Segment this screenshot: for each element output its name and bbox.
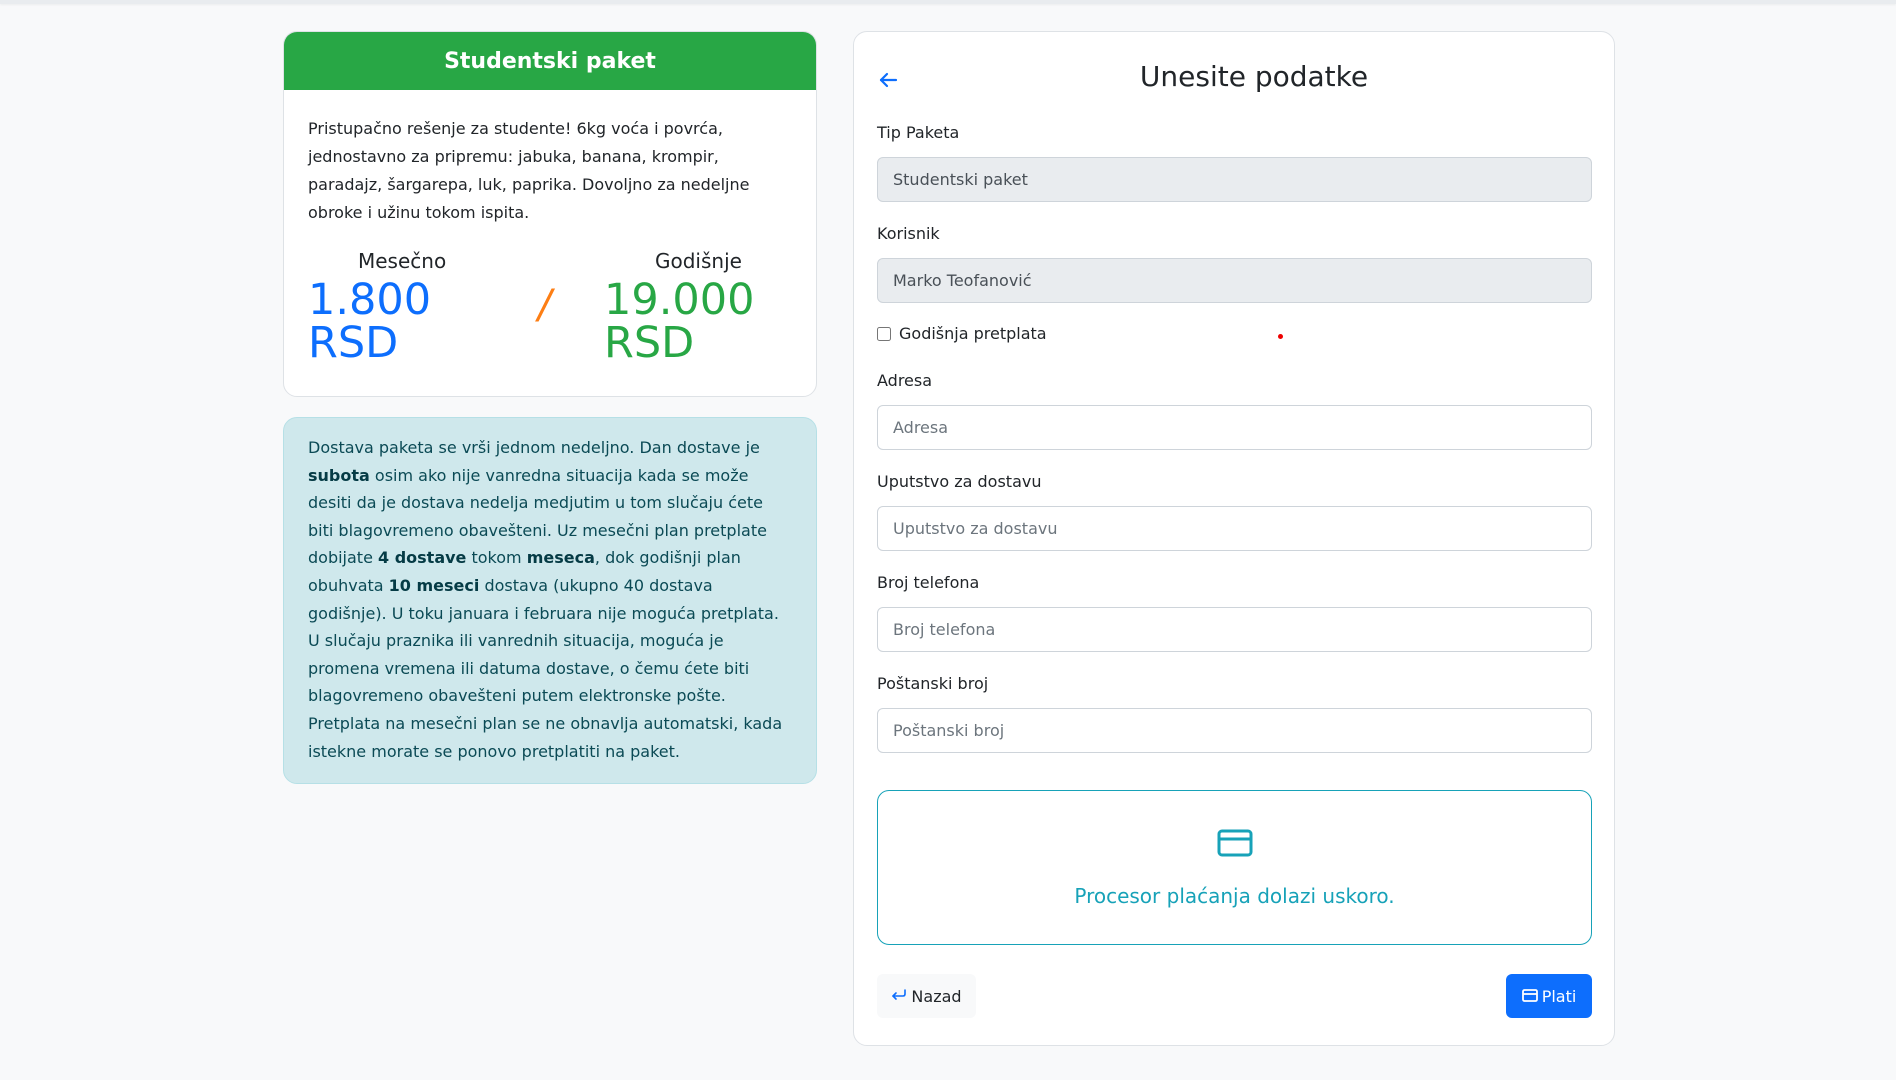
form-title: Unesite podatke xyxy=(1139,60,1369,93)
yearly-currency: RSD xyxy=(604,318,695,368)
pay-button-label: Plati xyxy=(1541,986,1577,1006)
yearly-price: 19.000 RSD xyxy=(604,279,754,365)
top-bar xyxy=(0,0,1896,4)
info-bold: 4 dostave xyxy=(378,548,467,568)
yearly-amount: 19.000 xyxy=(604,275,755,325)
price-separator: / xyxy=(538,282,552,328)
yearly-subscription-checkbox[interactable] xyxy=(877,326,891,341)
info-bold: subota xyxy=(308,465,370,485)
package-card: Studentski paket Pristupačno rešenje za … xyxy=(283,31,817,397)
yearly-subscription-row: Godišnja pretplata xyxy=(877,324,1047,343)
payment-processor-box: Procesor plaćanja dolazi uskoro. xyxy=(877,790,1592,945)
package-type-field[interactable] xyxy=(877,157,1592,202)
yearly-label: Godišnje xyxy=(655,249,742,273)
form-card: Unesite podatke Tip Paketa Korisnik Godi… xyxy=(853,31,1615,1046)
info-text: Dostava paketa se vrši jednom nedeljno. … xyxy=(308,438,760,457)
payment-message: Procesor plaćanja dolazi uskoro. xyxy=(1074,883,1395,908)
address-label: Adresa xyxy=(877,371,933,390)
package-type-label: Tip Paketa xyxy=(877,123,960,142)
postal-code-input[interactable] xyxy=(877,708,1592,753)
back-button[interactable]: Nazad xyxy=(877,974,976,1018)
phone-input[interactable] xyxy=(877,607,1592,652)
red-dot-marker xyxy=(1278,334,1283,339)
info-bold: 10 meseci xyxy=(388,575,480,595)
postal-code-label: Poštanski broj xyxy=(877,674,989,693)
info-text: dostava (ukupno 40 dostava godišnje). U … xyxy=(308,575,783,761)
user-field[interactable] xyxy=(877,258,1592,303)
pay-button[interactable]: Plati xyxy=(1506,974,1592,1018)
package-description: Pristupačno rešenje za studente! 6kg voć… xyxy=(308,119,750,222)
monthly-currency: RSD xyxy=(308,318,399,368)
credit-card-icon xyxy=(1521,987,1538,1006)
monthly-label: Mesečno xyxy=(358,249,447,273)
monthly-amount: 1.800 xyxy=(308,275,432,325)
info-bold: meseca xyxy=(526,548,595,568)
return-arrow-icon xyxy=(891,987,907,1006)
monthly-price: 1.800 RSD xyxy=(308,279,431,365)
info-text: tokom xyxy=(466,548,527,568)
user-label: Korisnik xyxy=(877,224,940,243)
yearly-subscription-label: Godišnja pretplata xyxy=(899,324,1047,343)
address-input[interactable] xyxy=(877,405,1592,450)
credit-card-icon xyxy=(1217,828,1253,862)
phone-label: Broj telefona xyxy=(877,573,980,592)
back-button-label: Nazad xyxy=(911,986,962,1006)
delivery-info-box: Dostava paketa se vrši jednom nedeljno. … xyxy=(283,417,817,784)
package-title: Studentski paket xyxy=(284,32,816,90)
delivery-instructions-input[interactable] xyxy=(877,506,1592,551)
delivery-instructions-label: Uputstvo za dostavu xyxy=(877,472,1042,491)
